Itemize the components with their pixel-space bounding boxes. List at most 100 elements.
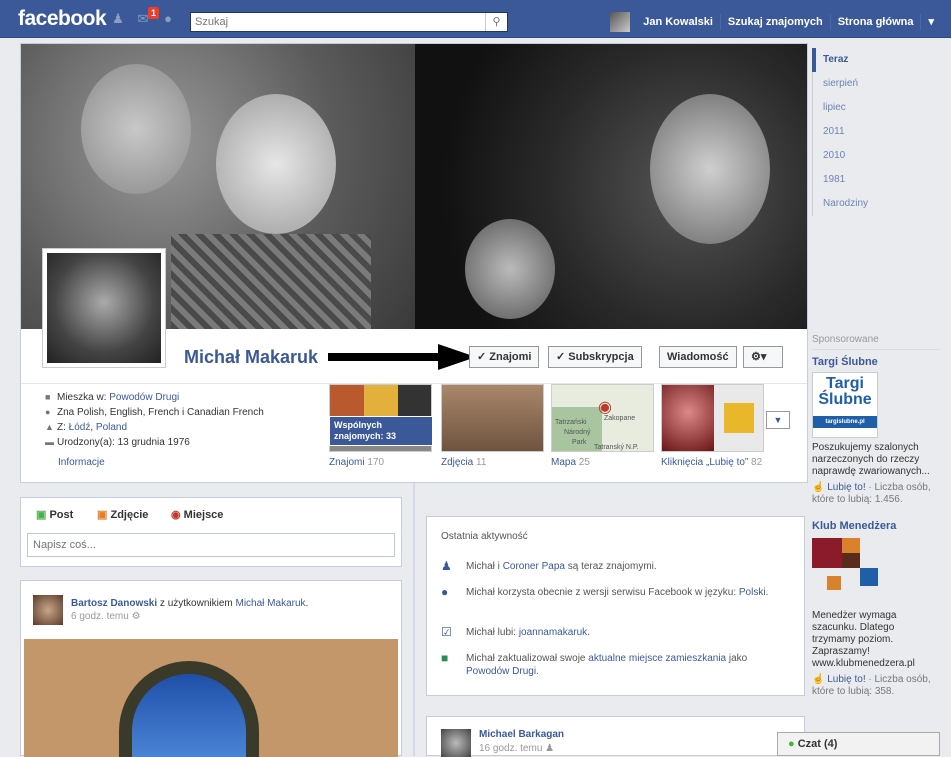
ad-like-label: Lubię to! [827, 482, 866, 493]
post-card: Bartosz Danowski z użytkownikiem Michał … [20, 580, 402, 757]
map-label: Tatranský N.P. [594, 444, 639, 451]
likes-app-box[interactable] [661, 384, 764, 452]
post-header: Bartosz Danowski z użytkownikiem Michał … [71, 598, 309, 609]
ad-logo-line1: Targi [826, 375, 864, 392]
likes-app-link[interactable]: Kliknięcia „Lubię to” [661, 457, 748, 468]
ad-logo[interactable] [812, 538, 878, 604]
post-photo[interactable] [24, 639, 398, 757]
chat-label: Czat (4) [797, 738, 838, 750]
activity-link[interactable]: Polski [739, 587, 766, 598]
from-country-link[interactable]: Poland [96, 422, 127, 433]
user-name-link[interactable]: Jan Kowalski [636, 14, 721, 30]
timeline-item-now[interactable]: Teraz [812, 48, 932, 72]
friends-app-label[interactable]: Znajomi 170 [329, 457, 384, 468]
more-apps-chevron-down-icon[interactable]: ▼ [766, 411, 790, 429]
facebook-logo[interactable]: facebook [18, 7, 107, 31]
home-icon: ▲ [45, 422, 54, 432]
map-app-label[interactable]: Mapa 25 [551, 457, 590, 468]
home-link[interactable]: Strona główna [831, 14, 922, 30]
message-button[interactable]: Wiadomość [659, 346, 737, 368]
activity-text: . [765, 587, 769, 598]
activity-item: ● Michał korzysta obecnie z wersji serwi… [441, 586, 786, 614]
map-pin-icon: ◉ [598, 399, 612, 416]
timeline-item-july[interactable]: lipiec [812, 96, 932, 120]
info-link[interactable]: Informacje [58, 457, 105, 468]
ad-like-row: ☝ Lubię to! · Liczba osób, które to lubi… [812, 482, 940, 506]
post-time-text: 16 godz. temu [479, 743, 543, 754]
profile-name[interactable]: Michał Makaruk [184, 347, 318, 368]
profile-header: Michał Makaruk ✓ Znajomi ✓ Subskrypcja W… [20, 43, 808, 483]
post-author-link[interactable]: Bartosz Danowski [71, 598, 157, 609]
find-friends-link[interactable]: Szukaj znajomych [721, 14, 831, 30]
post-time: 16 godz. temu ♟ [479, 743, 554, 754]
sponsored-column: Sponsorowane Targi Ślubne Targi Ślubne t… [812, 334, 940, 698]
account-menu-chevron-down-icon[interactable]: ▾ [921, 14, 941, 30]
photos-app-link[interactable]: Zdjęcia [441, 457, 473, 468]
calendar-icon: ▬ [45, 437, 54, 447]
privacy-gear-icon[interactable]: ⚙ [132, 611, 141, 622]
tab-place[interactable]: ◉ Miejsce [171, 508, 223, 521]
post-with-user-link[interactable]: Michał Makaruk [236, 598, 306, 609]
post-author-link[interactable]: Michael Barkagan [479, 729, 564, 740]
avatar[interactable] [33, 595, 63, 625]
avatar[interactable] [610, 12, 631, 32]
map-count: 25 [578, 457, 590, 468]
info-born: ▬ Urodzony(a): 13 grudnia 1976 [45, 435, 325, 450]
timeline-item-1981[interactable]: 1981 [812, 168, 932, 192]
map-app-box[interactable]: Zakopane Tatrzański Národný Park Tatrans… [551, 384, 654, 452]
photos-app-label[interactable]: Zdjęcia 11 [441, 457, 486, 468]
friends-button[interactable]: ✓ Znajomi [469, 346, 540, 368]
cover-photo-right [415, 44, 807, 329]
status-input[interactable] [27, 533, 395, 557]
friends-app-link[interactable]: Znajomi [329, 457, 365, 468]
activity-text: . [536, 666, 539, 677]
avatar[interactable] [441, 729, 471, 757]
photos-app-box[interactable] [441, 384, 544, 452]
timeline-item-august[interactable]: sierpień [812, 72, 932, 96]
activity-text: Michał korzysta obecnie z wersji serwisu… [466, 587, 739, 598]
activity-text: jako [726, 653, 748, 664]
timeline-item-2011[interactable]: 2011 [812, 120, 932, 144]
ad-like-button[interactable]: ☝ Lubię to! [812, 674, 866, 685]
map-app-link[interactable]: Mapa [551, 457, 576, 468]
info-from-label: Z: [57, 422, 69, 433]
search-icon[interactable]: ⚲ [485, 13, 507, 31]
activity-text: Michał lubi: [466, 627, 519, 638]
name-row: Michał Makaruk ✓ Znajomi ✓ Subskrypcja W… [21, 329, 807, 384]
timeline-item-birth[interactable]: Narodziny [812, 192, 932, 216]
photos-count: 11 [476, 457, 487, 468]
tab-place-label: Miejsce [183, 509, 224, 521]
activity-link[interactable]: joannamakaruk [519, 627, 587, 638]
lives-link[interactable]: Powodów Drugi [109, 392, 179, 403]
friends-icon[interactable]: ♟ [545, 743, 554, 754]
info-from: ▲ Z: Łódź, Poland [45, 422, 128, 433]
friend-requests-icon[interactable]: ♟ [110, 11, 126, 27]
ad-like-button[interactable]: ☝ Lubię to! [812, 482, 866, 493]
ad-title[interactable]: Klub Menedżera [812, 520, 940, 532]
gear-icon[interactable]: ⚙▾ [743, 346, 783, 368]
chat-bar[interactable]: ● Czat (4) [777, 732, 940, 756]
composer: ▣ Post ▣ Zdjęcie ◉ Miejsce [20, 497, 402, 567]
cover-face [216, 94, 336, 234]
ad-logo[interactable]: Targi Ślubne targislubne.pl [812, 372, 878, 438]
subscribe-button[interactable]: ✓ Subskrypcja [548, 346, 642, 368]
search-input[interactable] [191, 13, 481, 31]
activity-title: Ostatnia aktywność [441, 531, 528, 542]
timeline-item-2010[interactable]: 2010 [812, 144, 932, 168]
activity-text: Michał i [466, 561, 503, 572]
search-box: ⚲ [190, 12, 508, 32]
globe-icon[interactable]: ● [160, 11, 176, 27]
sponsored-label: Sponsorowane [812, 334, 940, 350]
activity-link[interactable]: aktualne miejsce zamieszkania [588, 653, 726, 664]
ad-title[interactable]: Targi Ślubne [812, 356, 940, 368]
ad-like-label: Lubię to! [827, 674, 866, 685]
tab-post[interactable]: ▣ Post [36, 508, 73, 521]
activity-link[interactable]: Coroner Papa [503, 561, 565, 572]
activity-text: . [587, 627, 590, 638]
photo-icon: ▣ [97, 509, 108, 521]
likes-app-label[interactable]: Kliknięcia „Lubię to” 82 [661, 457, 762, 468]
ad-text: Poszukujemy szalonych narzeczonych do rz… [812, 442, 930, 477]
activity-link[interactable]: Powodów Drugi [466, 666, 536, 677]
from-city-link[interactable]: Łódź [69, 422, 91, 433]
tab-photo[interactable]: ▣ Zdjęcie [97, 508, 148, 521]
